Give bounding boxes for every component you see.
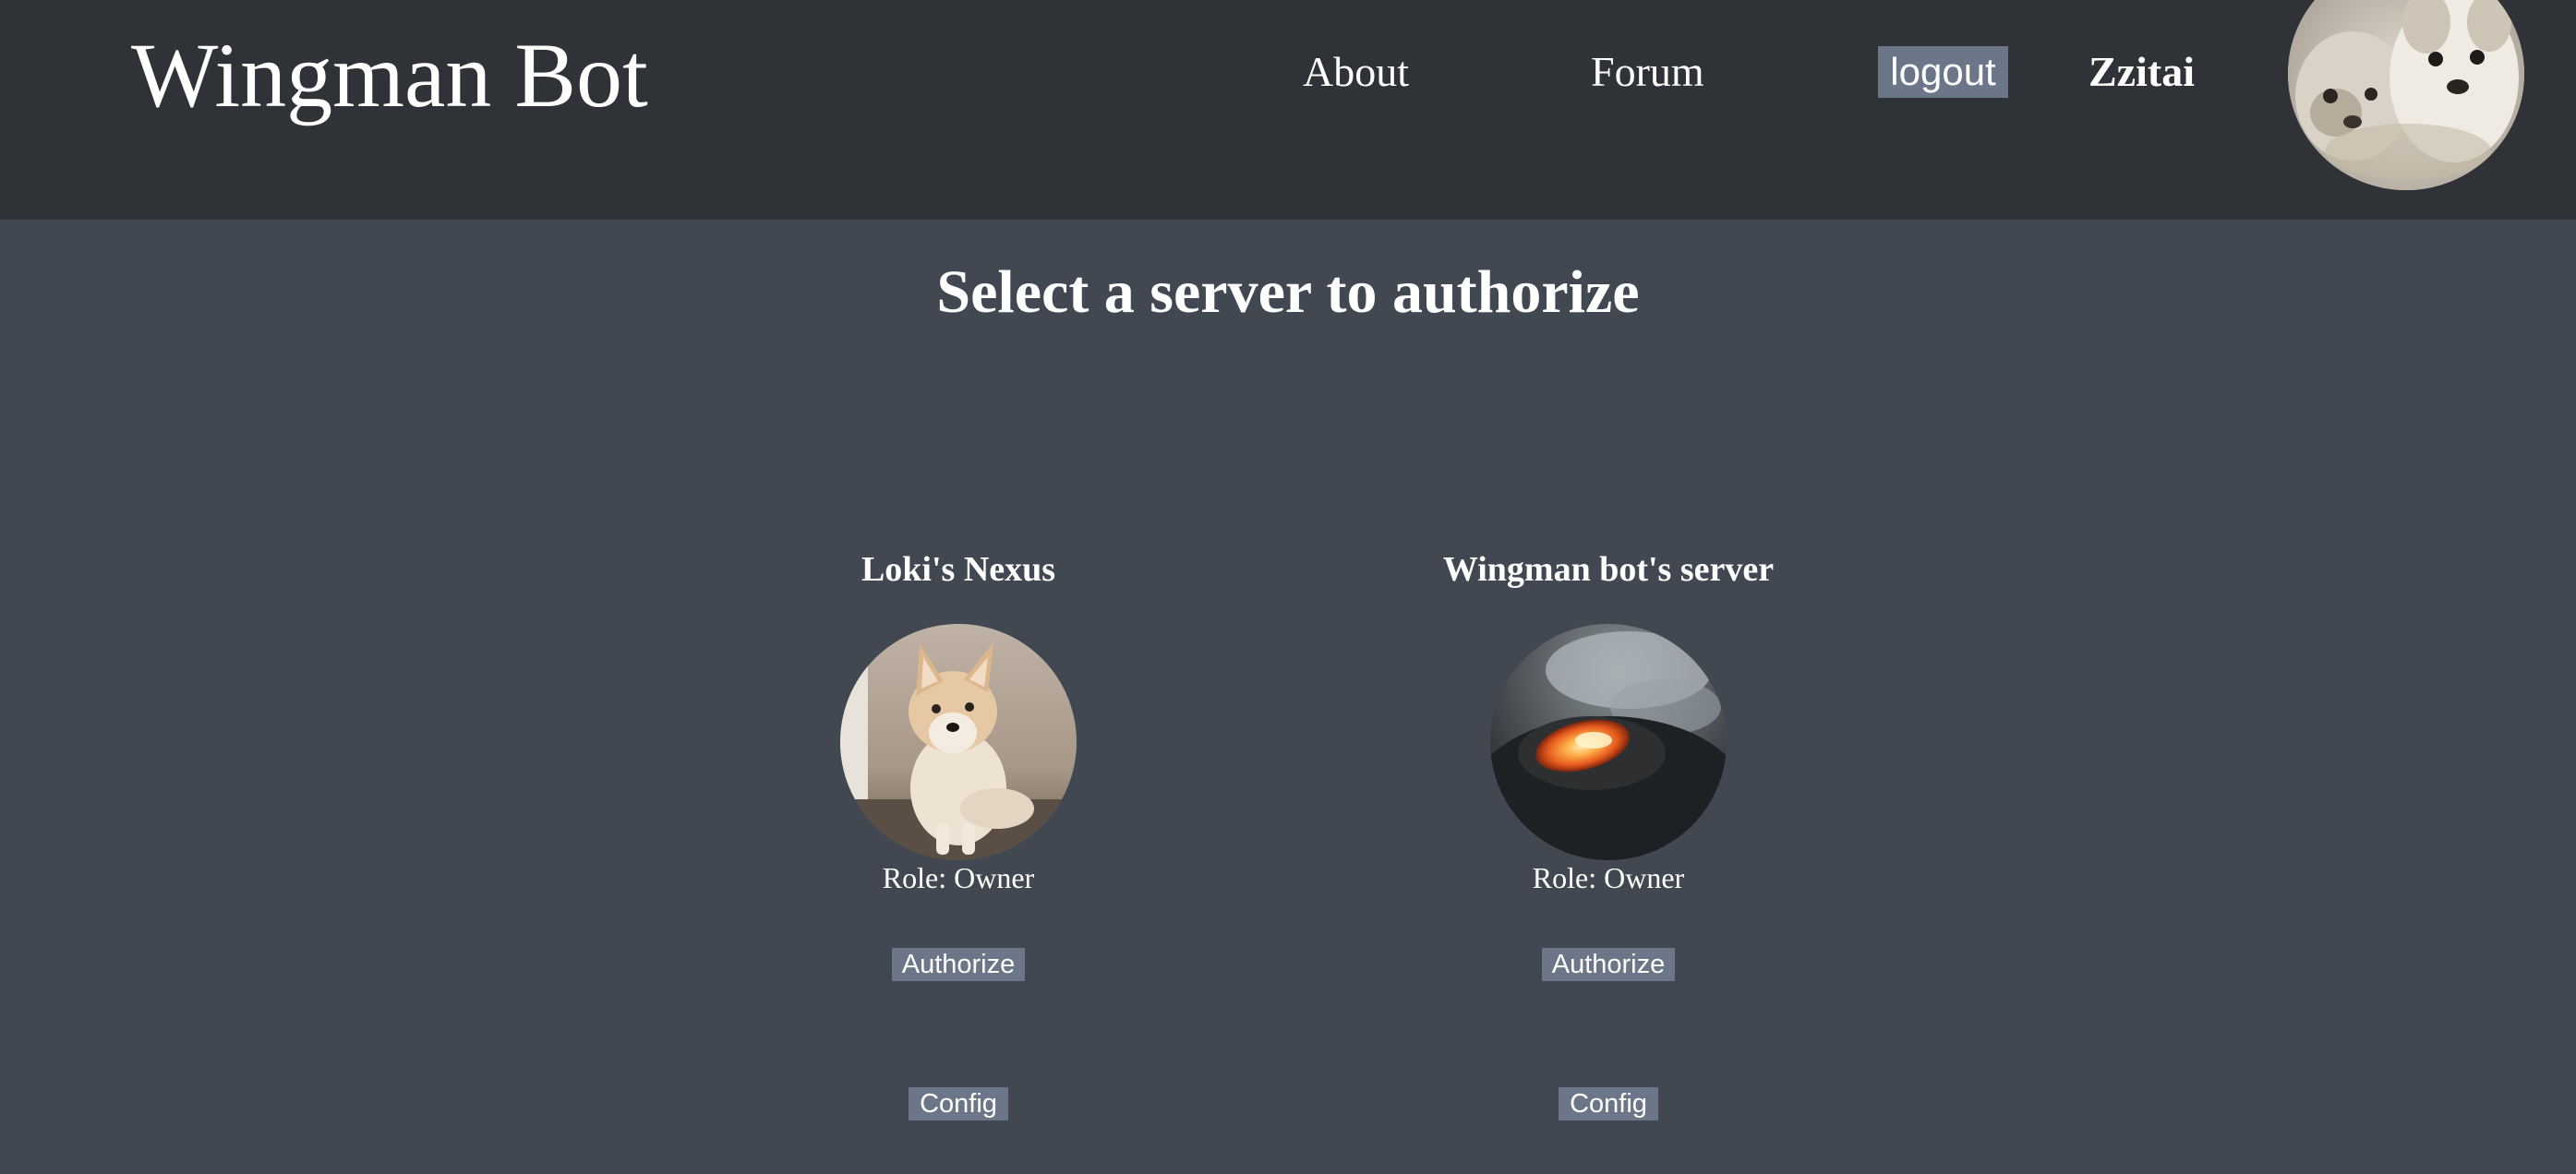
server-card: Loki's Nexus Role: Owner Authorize Confi… [700,545,1217,1135]
logout-button[interactable]: logout [1878,46,2008,98]
nav-forum-link[interactable]: Forum [1591,44,1704,100]
top-navbar: Wingman Bot About Forum logout Zzitai [0,0,2576,220]
role-label: Role: Owner [1532,861,1685,894]
nav-about-link[interactable]: About [1303,44,1409,100]
server-avatar-dog [840,624,1077,860]
authorize-button[interactable]: Authorize [1542,948,1675,981]
config-button[interactable]: Config [909,1087,1008,1120]
server-card: Wingman bot's server Role: Owner Authori… [1350,545,1867,1135]
username-label: Zzitai [2088,48,2195,95]
volcano-photo-icon [1490,624,1727,860]
authorize-button[interactable]: Authorize [892,948,1025,981]
config-button[interactable]: Config [1559,1087,1658,1120]
page-title: Select a server to authorize [936,258,1640,326]
role-label: Role: Owner [882,861,1035,894]
user-avatar-image [2288,0,2524,190]
server-name: Loki's Nexus [861,550,1056,589]
server-avatar-volcano [1490,624,1727,860]
server-name: Wingman bot's server [1442,550,1775,589]
brand-title[interactable]: Wingman Bot [131,20,648,131]
dog-photo-icon [840,624,1077,860]
user-avatar[interactable] [2288,0,2524,190]
